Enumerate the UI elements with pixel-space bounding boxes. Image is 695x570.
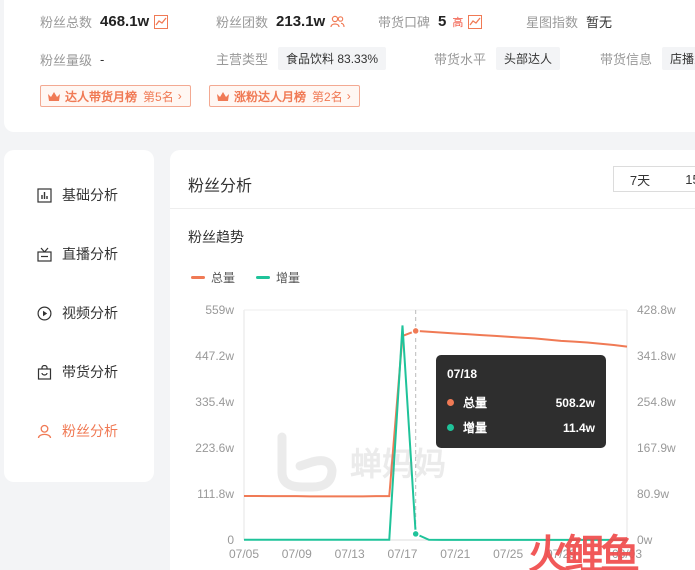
watermark-logo-icon [277,432,337,492]
watermark-text: 蝉妈妈 [350,446,447,482]
corner-brand-logo: 火鲤鱼 [528,533,640,570]
x-tick-label: 07/21 [440,547,470,561]
chart-tooltip: 07/18 总量 508.2w 增量 11.4w [436,355,606,448]
tooltip-row-total: 总量 508.2w [447,394,595,411]
x-tick-label: 07/17 [387,547,417,561]
tooltip-series-name: 增量 [463,421,488,435]
tooltip-dot [447,424,454,431]
y-left-tick-label: 0 [227,533,234,547]
y-right-tick-label: 341.8w [637,349,676,363]
y-left-tick-label: 559w [205,303,234,317]
y-left-tick-label: 447.2w [195,349,234,363]
y-right-tick-label: 167.9w [637,441,676,455]
x-tick-label: 07/25 [493,547,523,561]
x-tick-label: 07/09 [282,547,312,561]
y-left-tick-label: 335.4w [195,395,234,409]
hover-point [411,326,420,336]
tooltip-dot [447,399,454,406]
x-tick-label: 07/05 [229,547,259,561]
y-right-tick-label: 254.8w [637,395,676,409]
y-right-tick-label: 0w [637,533,653,547]
y-left-tick-label: 111.8w [197,487,234,501]
y-right-tick-label: 428.8w [637,303,676,317]
hover-point [411,529,420,539]
watermark: 蝉妈妈 [272,432,446,492]
tooltip-series-value: 11.4w [562,420,595,435]
tooltip-series-name: 总量 [463,396,488,410]
tooltip-row-increment: 增量 11.4w [447,419,595,436]
x-tick-label: 07/13 [335,547,365,561]
y-right-tick-label: 80.9w [637,487,669,501]
tooltip-date: 07/18 [447,367,478,381]
y-left-tick-label: 223.6w [195,441,234,455]
tooltip-series-value: 508.2w [555,395,595,410]
